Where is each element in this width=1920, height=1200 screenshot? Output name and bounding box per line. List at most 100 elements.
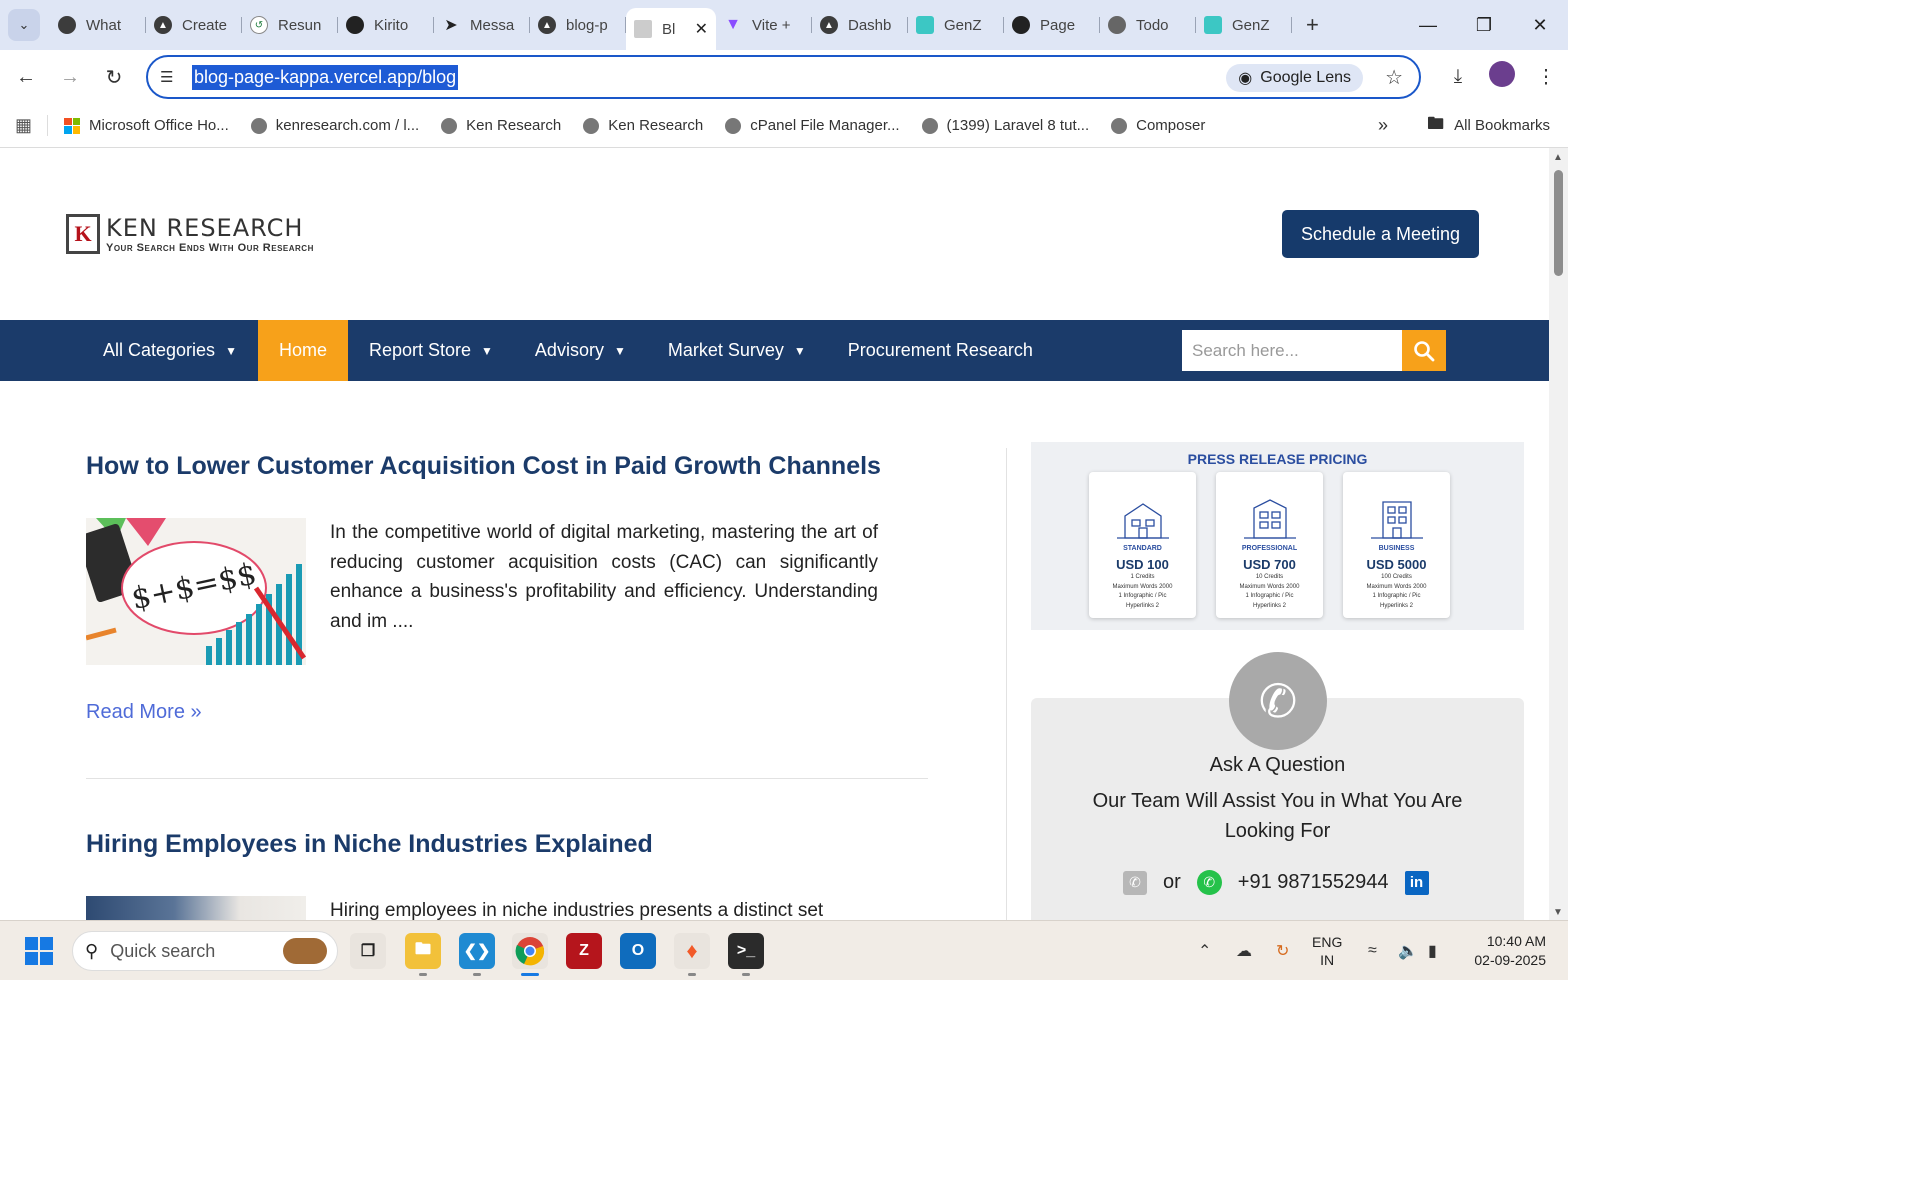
nav-all-categories[interactable]: All Categories ▼ bbox=[82, 320, 258, 381]
sync-icon[interactable]: ↻ bbox=[1276, 921, 1289, 981]
search-icon bbox=[1414, 340, 1435, 361]
browser-tab[interactable]: ▲ Create bbox=[146, 8, 242, 42]
vite-icon: ▼ bbox=[725, 16, 741, 33]
plan-name: PROFESSIONAL bbox=[1241, 545, 1298, 552]
nav-home[interactable]: Home bbox=[257, 320, 348, 381]
browser-tab[interactable]: What bbox=[50, 8, 146, 42]
scroll-down-icon[interactable]: ▼ bbox=[1553, 907, 1563, 918]
task-view-icon[interactable]: ❐ bbox=[350, 933, 386, 969]
post-title[interactable]: How to Lower Customer Acquisition Cost i… bbox=[86, 452, 881, 481]
globe-icon bbox=[1111, 117, 1128, 134]
phone-icon[interactable]: ✆ bbox=[1123, 870, 1147, 895]
address-bar[interactable]: ☰ blog-page-kappa.vercel.app/blog ◉ Googl… bbox=[146, 55, 1421, 99]
site-logo[interactable]: K KEN RESEARCH Your Search Ends With Our… bbox=[66, 214, 314, 254]
browser-tab[interactable]: Page bbox=[1004, 8, 1100, 42]
schedule-meeting-button[interactable]: Schedule a Meeting bbox=[1282, 210, 1479, 258]
contact-phone-number[interactable]: +91 9871552944 bbox=[1238, 871, 1389, 894]
browser-tab[interactable]: GenZ bbox=[1196, 8, 1292, 42]
url-text[interactable]: blog-page-kappa.vercel.app/blog bbox=[192, 64, 459, 90]
tab-favicon-icon bbox=[916, 16, 934, 34]
tab-search-button[interactable]: ⌄ bbox=[8, 9, 40, 41]
post-excerpt: In the competitive world of digital mark… bbox=[330, 522, 878, 632]
nav-market-survey[interactable]: Market Survey ▼ bbox=[647, 320, 827, 381]
forward-icon[interactable]: → bbox=[48, 66, 92, 89]
search-input[interactable]: Search here... bbox=[1182, 330, 1402, 371]
all-bookmarks[interactable]: 🖿 All Bookmarks bbox=[1427, 111, 1550, 140]
scroll-up-icon[interactable]: ▲ bbox=[1553, 152, 1563, 163]
bookmark-item[interactable]: Ken Research bbox=[441, 117, 561, 134]
plan-words: Maximum Words 2000 bbox=[1239, 583, 1300, 590]
nav-advisory[interactable]: Advisory ▼ bbox=[514, 320, 647, 381]
apps-grid-icon[interactable]: ▦ bbox=[0, 115, 48, 136]
close-tab-icon[interactable]: ✕ bbox=[695, 19, 708, 39]
chrome-icon[interactable] bbox=[512, 933, 548, 969]
bookmark-item[interactable]: Microsoft Office Ho... bbox=[64, 117, 229, 134]
bookmark-item[interactable]: Ken Research bbox=[583, 117, 703, 134]
phone-icon: ✆ bbox=[1229, 652, 1327, 750]
wifi-icon[interactable]: ≈ bbox=[1368, 921, 1377, 981]
plan-credits: 100 Credits bbox=[1381, 574, 1412, 580]
brave-icon[interactable]: ♦ bbox=[674, 933, 710, 969]
outlook-icon[interactable]: O bbox=[620, 933, 656, 969]
camera-icon: ◉ bbox=[1238, 70, 1253, 87]
file-explorer-icon[interactable]: 🖿 bbox=[405, 933, 441, 969]
language-indicator[interactable]: ENG IN bbox=[1312, 933, 1342, 969]
windows-start-icon[interactable] bbox=[25, 937, 53, 965]
browser-tab-active[interactable]: Bl ✕ bbox=[626, 8, 716, 50]
browser-tab[interactable]: ▼ Vite + bbox=[716, 8, 812, 42]
browser-tab[interactable]: ➤ Messa bbox=[434, 8, 530, 42]
plan-infographic: 1 Infographic / Pic bbox=[1118, 593, 1167, 599]
battery-icon[interactable]: ▮ bbox=[1428, 921, 1437, 981]
onedrive-icon[interactable]: ☁ bbox=[1236, 921, 1252, 981]
linkedin-icon[interactable]: in bbox=[1404, 870, 1429, 895]
building-icon bbox=[1244, 499, 1296, 539]
logo-mark: K bbox=[66, 214, 100, 254]
site-settings-icon[interactable]: ☰ bbox=[160, 68, 184, 86]
post-title[interactable]: Hiring Employees in Niche Industries Exp… bbox=[86, 830, 653, 859]
logo-name: KEN RESEARCH bbox=[106, 214, 304, 242]
building-icon bbox=[1117, 503, 1169, 539]
scrollbar-thumb[interactable] bbox=[1554, 170, 1563, 276]
whatsapp-icon[interactable]: ✆ bbox=[1196, 870, 1222, 895]
show-hidden-icons-icon[interactable]: ⌃ bbox=[1198, 921, 1211, 981]
more-bookmarks-icon[interactable]: » bbox=[1378, 115, 1388, 136]
read-more-link[interactable]: Read More » bbox=[86, 701, 202, 724]
bookmark-item[interactable]: cPanel File Manager... bbox=[725, 117, 900, 134]
post-image[interactable]: $+$=$$ bbox=[86, 518, 306, 665]
google-lens-button[interactable]: ◉ Google Lens bbox=[1226, 64, 1363, 92]
profile-avatar[interactable] bbox=[1480, 61, 1524, 93]
menu-kebab-icon[interactable]: ⋮ bbox=[1524, 66, 1568, 89]
bookmark-item[interactable]: kenresearch.com / l... bbox=[250, 117, 419, 134]
press-release-pricing-banner[interactable]: PRESS RELEASE PRICING STANDARD USD 100 1… bbox=[1031, 442, 1524, 630]
taskbar-search[interactable]: ⚲ Quick search bbox=[72, 931, 338, 971]
back-icon[interactable]: ← bbox=[4, 66, 48, 89]
reload-icon[interactable]: ↻ bbox=[92, 65, 136, 90]
bookmark-item[interactable]: (1399) Laravel 8 tut... bbox=[921, 117, 1089, 134]
pricing-title: PRESS RELEASE PRICING bbox=[1187, 451, 1368, 467]
post-image[interactable] bbox=[86, 896, 306, 920]
search-button[interactable] bbox=[1402, 330, 1446, 371]
browser-tab[interactable]: ▲ Dashb bbox=[812, 8, 908, 42]
browser-tab[interactable]: ↺ Resun bbox=[242, 8, 338, 42]
browser-tab[interactable]: Kirito bbox=[338, 8, 434, 42]
bookmark-star-icon[interactable]: ☆ bbox=[1385, 65, 1403, 90]
browser-tab[interactable]: Todo bbox=[1100, 8, 1196, 42]
bookmark-item[interactable]: Composer bbox=[1111, 117, 1205, 134]
volume-icon[interactable]: 🔈 bbox=[1398, 921, 1418, 981]
vscode-icon[interactable]: ❮❯ bbox=[459, 933, 495, 969]
restore-icon[interactable]: ❐ bbox=[1456, 15, 1512, 36]
terminal-icon[interactable]: >_ bbox=[728, 933, 764, 969]
new-tab-icon[interactable]: + bbox=[1306, 12, 1319, 38]
page-scrollbar[interactable]: ▲ ▼ bbox=[1549, 148, 1568, 920]
nav-procurement-research[interactable]: Procurement Research bbox=[827, 320, 1054, 381]
browser-tab[interactable]: GenZ bbox=[908, 8, 1004, 42]
pricing-plan-card: STANDARD USD 100 1 Credits Maximum Words… bbox=[1089, 472, 1196, 618]
running-indicator bbox=[521, 973, 539, 976]
browser-tab[interactable]: ▲ blog-p bbox=[530, 8, 626, 42]
clock[interactable]: 10:40 AM 02-09-2025 bbox=[1470, 932, 1546, 970]
minimize-icon[interactable]: — bbox=[1400, 15, 1456, 36]
filezilla-icon[interactable]: Z bbox=[566, 933, 602, 969]
nav-report-store[interactable]: Report Store ▼ bbox=[348, 320, 514, 381]
close-window-icon[interactable]: ✕ bbox=[1512, 15, 1568, 36]
download-icon[interactable]: ⤓ bbox=[1436, 66, 1480, 88]
